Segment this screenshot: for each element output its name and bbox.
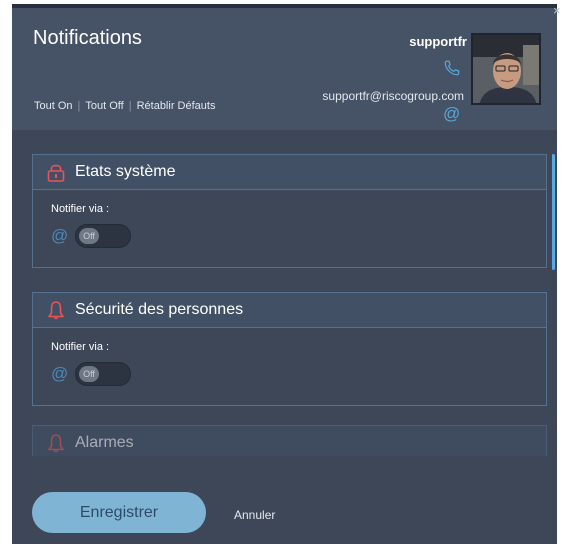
user-email: supportfr@riscogroup.com	[322, 89, 464, 103]
bell-icon	[48, 301, 64, 320]
section-body: Notifier via : @ Off	[33, 190, 546, 248]
separator: |	[77, 100, 81, 112]
notify-via-label: Notifier via :	[51, 341, 110, 353]
notify-row: @ Off	[51, 362, 546, 386]
section-alarms: Alarmes	[32, 425, 547, 456]
bulk-actions: Tout On | Tout Off | Rétablir Défauts	[34, 100, 215, 112]
close-icon[interactable]: ×	[553, 3, 561, 18]
reset-defaults-link[interactable]: Rétablir Défauts	[137, 100, 216, 112]
cancel-button[interactable]: Annuler	[234, 508, 275, 522]
section-system-states: Etats système Notifier via : @ Off	[32, 154, 547, 268]
section-title: Alarmes	[75, 434, 134, 451]
all-on-link[interactable]: Tout On	[34, 100, 73, 112]
section-header[interactable]: Sécurité des personnes	[33, 293, 546, 328]
scrollbar[interactable]	[552, 154, 555, 270]
separator: |	[128, 100, 132, 112]
section-title: Etats système	[75, 163, 176, 180]
avatar-photo	[473, 35, 539, 103]
section-title: Sécurité des personnes	[75, 301, 244, 318]
padlock-icon	[47, 164, 65, 182]
avatar	[471, 33, 541, 105]
dialog-footer: Enregistrer Annuler	[12, 456, 557, 544]
notify-via-label: Notifier via :	[51, 203, 110, 215]
notifications-dialog: Notifications Tout On | Tout Off | Rétab…	[12, 4, 557, 544]
toggle-knob: Off	[79, 366, 99, 382]
email-toggle[interactable]: Off	[75, 224, 131, 248]
section-personal-safety: Sécurité des personnes Notifier via : @ …	[32, 292, 547, 406]
email-toggle[interactable]: Off	[75, 362, 131, 386]
section-header[interactable]: Alarmes	[33, 426, 546, 456]
email-at-icon[interactable]: @	[443, 105, 460, 123]
toggle-knob: Off	[79, 228, 99, 244]
dialog-header: Notifications Tout On | Tout Off | Rétab…	[12, 8, 557, 130]
notify-row: @ Off	[51, 224, 546, 248]
dialog-title: Notifications	[33, 27, 142, 49]
all-off-link[interactable]: Tout Off	[85, 100, 123, 112]
section-header[interactable]: Etats système	[33, 155, 546, 190]
section-body: Notifier via : @ Off	[33, 328, 546, 386]
save-button[interactable]: Enregistrer	[32, 492, 206, 533]
bell-icon	[48, 434, 64, 453]
email-at-icon: @	[51, 226, 69, 245]
email-at-icon: @	[51, 364, 69, 383]
phone-icon[interactable]	[443, 59, 461, 77]
notification-list: Etats système Notifier via : @ Off Sécur…	[12, 130, 557, 456]
user-name: supportfr	[409, 34, 467, 49]
